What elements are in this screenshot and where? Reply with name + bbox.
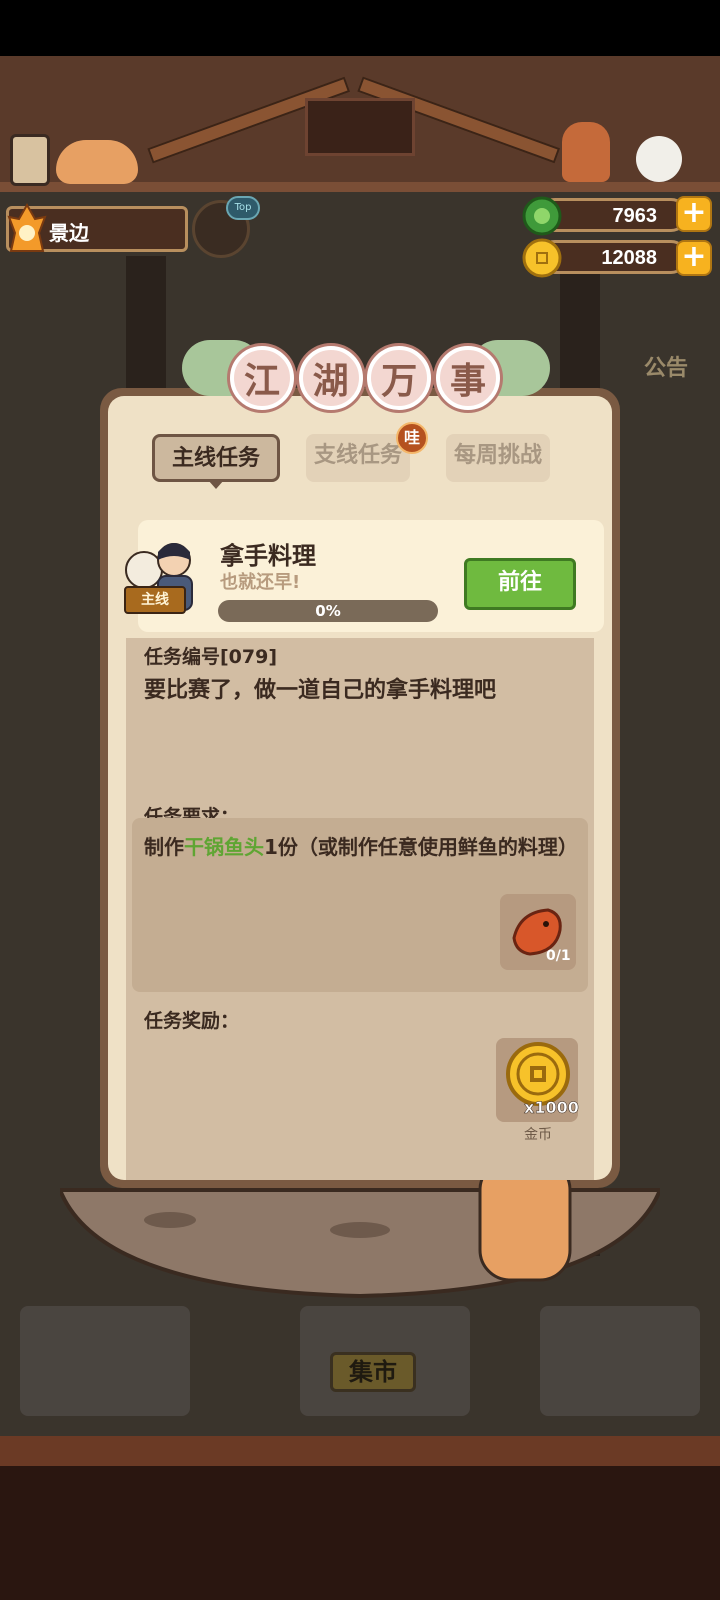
side-quest-badge: 哇	[396, 422, 428, 454]
tab-weekly-challenge[interactable]: 每周挑战	[446, 434, 550, 482]
task-number: 任务编号[079]	[144, 646, 278, 668]
bottom-area	[0, 1466, 720, 1600]
floor-beam	[0, 1436, 720, 1466]
quest-subtitle: 也就还早!	[220, 572, 301, 593]
stall-right	[540, 1306, 700, 1416]
requirement-dish: 干锅鱼头	[184, 835, 264, 859]
bowl-decoration	[60, 1180, 660, 1299]
tab-pointer	[208, 480, 224, 489]
reward-title: 任务奖励：	[144, 1010, 240, 1032]
jade-icon	[522, 196, 562, 236]
top-badge: Top	[226, 196, 260, 220]
quest-progress-bar: 0%	[218, 600, 438, 622]
item-count: 0/1	[546, 948, 571, 964]
title-balls: 江 湖 万 事	[230, 336, 500, 420]
requirement-suffix: 1份（或制作任意使用鲜鱼的料理）	[264, 835, 578, 859]
title-char-2: 湖	[298, 346, 363, 410]
npc-chef	[562, 122, 610, 182]
requirement-text: 制作干锅鱼头1份（或制作任意使用鲜鱼的料理）	[144, 832, 584, 862]
reward-label: 金币	[524, 1127, 552, 1143]
stall-left	[20, 1306, 190, 1416]
title-char-3: 万	[367, 346, 432, 410]
quest-name: 拿手料理	[220, 542, 316, 570]
main-quest-tag: 主线	[124, 586, 186, 614]
coin-icon	[522, 238, 562, 278]
title-char-4: 事	[435, 346, 500, 410]
player-badge-icon	[7, 203, 47, 252]
sleeping-cat	[56, 140, 138, 184]
task-description: 要比赛了，做一道自己的拿手料理吧	[144, 678, 497, 703]
goto-button[interactable]: 前往	[464, 558, 576, 610]
quest-progress-text: 0%	[315, 602, 341, 620]
jade-plus-button[interactable]: +	[676, 196, 712, 232]
title-char-1: 江	[230, 346, 294, 410]
panel-title: 江 湖 万 事	[182, 336, 550, 426]
notice-label[interactable]: 公告	[644, 350, 688, 382]
paw-jar	[10, 134, 50, 186]
requirement-prefix: 制作	[144, 835, 184, 859]
npc-white-cat	[636, 136, 682, 182]
tab-main-quest[interactable]: 主线任务	[152, 434, 280, 482]
raccoon-sign	[305, 98, 415, 156]
tab-side-quest[interactable]: 支线任务	[306, 434, 410, 482]
player-name-box[interactable]: 景边	[6, 203, 188, 252]
quest-tabs: 主线任务 支线任务 每周挑战	[152, 434, 562, 489]
status-bar	[0, 0, 720, 56]
reward-quantity: x1000	[524, 1098, 579, 1118]
jade-value: 7963	[612, 205, 658, 227]
coin-plus-button[interactable]: +	[676, 240, 712, 276]
player-name: 景边	[49, 221, 89, 245]
market-sign[interactable]: 集市	[330, 1352, 416, 1392]
coin-value: 12088	[601, 247, 657, 269]
